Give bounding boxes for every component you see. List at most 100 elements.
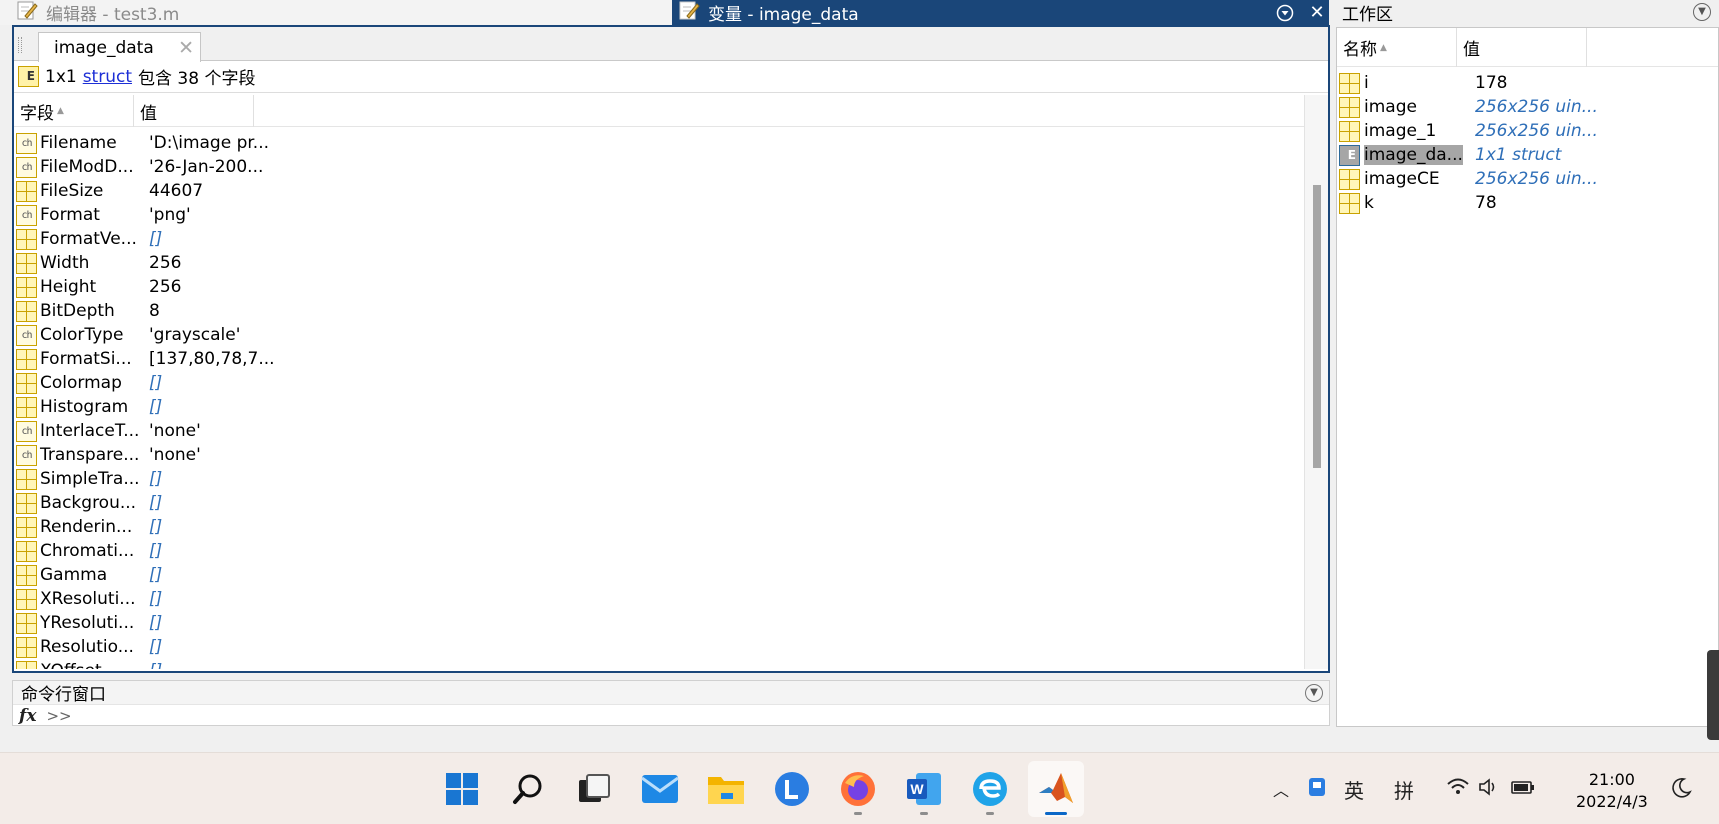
column-header-name[interactable]: 名称 ▲	[1337, 28, 1457, 67]
variable-name-cell[interactable]: imageCE	[1337, 168, 1469, 190]
field-value-cell[interactable]: []	[144, 589, 162, 609]
field-name-cell[interactable]: ch Format	[14, 204, 144, 226]
windows-start-icon[interactable]	[434, 761, 490, 817]
column-header-ws-value[interactable]: 值	[1457, 28, 1587, 67]
usb-device-icon[interactable]	[1306, 776, 1328, 803]
close-tab-icon[interactable]: ✕	[178, 37, 194, 59]
field-name-cell[interactable]: ch InterlaceT...	[14, 420, 144, 442]
workspace-title-bar[interactable]: 工作区 ▼	[1336, 0, 1719, 25]
field-value-cell[interactable]: 8	[144, 301, 160, 321]
field-value-cell[interactable]: []	[144, 469, 162, 489]
notification-moon-icon[interactable]	[1670, 777, 1692, 804]
field-name-cell[interactable]: FileSize	[14, 180, 144, 202]
field-name-cell[interactable]: Width	[14, 252, 144, 274]
workspace-variable-row[interactable]: k 78	[1337, 191, 1718, 215]
matlab-icon[interactable]	[1028, 761, 1084, 817]
column-header-field[interactable]: 字段 ▲	[14, 95, 134, 127]
field-row[interactable]: ch Format'png'	[14, 203, 1304, 227]
close-panel-icon[interactable]: ✕	[1305, 1, 1329, 25]
file-explorer-icon[interactable]	[698, 761, 754, 817]
field-value-cell[interactable]: []	[144, 493, 162, 513]
show-hidden-icons-chevron-icon[interactable]: ︿	[1270, 777, 1292, 801]
system-clock[interactable]: 21:00 2022/4/3	[1576, 769, 1648, 813]
field-name-cell[interactable]: ch ColorType	[14, 324, 144, 346]
field-name-cell[interactable]: XOffset	[14, 660, 144, 669]
field-row[interactable]: SimpleTra...[]	[14, 467, 1304, 491]
word-icon[interactable]: W	[896, 761, 952, 817]
ime-language-indicator[interactable]: 英	[1344, 775, 1364, 804]
variable-name-cell[interactable]: i	[1337, 72, 1469, 94]
field-row[interactable]: FormatVe... []	[14, 227, 1304, 251]
field-row[interactable]: Width 256	[14, 251, 1304, 275]
field-row[interactable]: Chromati... []	[14, 539, 1304, 563]
task-view-icon[interactable]	[566, 761, 622, 817]
field-row[interactable]: XOffset []	[14, 659, 1304, 669]
field-name-cell[interactable]: Colormap	[14, 372, 144, 394]
field-value-cell[interactable]: 256	[144, 253, 181, 273]
field-name-cell[interactable]: BitDepth	[14, 300, 144, 322]
field-value-cell[interactable]: 'none'	[144, 421, 201, 441]
field-value-cell[interactable]: [137,80,78,7...	[144, 349, 275, 369]
command-window-menu-icon[interactable]: ▼	[1305, 684, 1323, 702]
field-row[interactable]: Height 256	[14, 275, 1304, 299]
field-name-cell[interactable]: Renderin...	[14, 516, 144, 538]
vertical-scrollbar[interactable]	[1304, 95, 1328, 669]
firefox-icon[interactable]	[830, 761, 886, 817]
field-name-cell[interactable]: Histogram	[14, 396, 144, 418]
variable-value-cell[interactable]: 256x256 uin...	[1469, 121, 1598, 141]
struct-link[interactable]: struct	[83, 67, 132, 87]
column-header-value[interactable]: 值	[134, 95, 254, 127]
search-icon[interactable]	[500, 761, 556, 817]
field-name-cell[interactable]: Gamma	[14, 564, 144, 586]
command-input-line[interactable]: fx >>	[13, 705, 1329, 726]
field-value-cell[interactable]: []	[144, 541, 162, 561]
variables-title-bar[interactable]: 变量 - image_data ✕	[672, 0, 1329, 25]
scrollbar-thumb[interactable]	[1313, 185, 1321, 468]
field-row[interactable]: Backgrou... []	[14, 491, 1304, 515]
field-value-cell[interactable]: []	[144, 661, 162, 669]
wifi-icon[interactable]	[1446, 777, 1470, 802]
ime-mode-indicator[interactable]: 拼	[1394, 775, 1414, 804]
drag-handle[interactable]	[18, 37, 22, 53]
field-value-cell[interactable]: []	[144, 229, 162, 249]
field-name-cell[interactable]: FormatVe...	[14, 228, 144, 250]
field-value-cell[interactable]: 'none'	[144, 445, 201, 465]
field-value-cell[interactable]: []	[144, 397, 162, 417]
field-row[interactable]: ch FileModD... '26-Jan-200...	[14, 155, 1304, 179]
field-row[interactable]: Gamma []	[14, 563, 1304, 587]
panel-menu-icon[interactable]	[1273, 1, 1297, 25]
field-row[interactable]: ch Filename 'D:\image pr...	[14, 131, 1304, 155]
side-volume-widget[interactable]	[1707, 650, 1719, 740]
field-value-cell[interactable]: 256	[144, 277, 181, 297]
field-value-cell[interactable]: []	[144, 517, 162, 537]
field-value-cell[interactable]: []	[144, 373, 162, 393]
tab-image-data[interactable]: image_data ✕	[38, 32, 201, 62]
field-row[interactable]: XResoluti... []	[14, 587, 1304, 611]
battery-icon[interactable]	[1510, 777, 1536, 802]
field-name-cell[interactable]: Chromati...	[14, 540, 144, 562]
editor-title-bar[interactable]: 编辑器 - test3.m	[0, 0, 672, 25]
l-app-icon[interactable]	[764, 761, 820, 817]
field-row[interactable]: Renderin... []	[14, 515, 1304, 539]
variable-value-cell[interactable]: 78	[1469, 193, 1497, 213]
field-name-cell[interactable]: Resolutio...	[14, 636, 144, 658]
workspace-variable-row[interactable]: Eimage_da... 1x1 struct	[1337, 143, 1718, 167]
field-value-cell[interactable]: 'png'	[144, 205, 191, 225]
field-row[interactable]: ch Transpare...'none'	[14, 443, 1304, 467]
field-row[interactable]: FileSize 44607	[14, 179, 1304, 203]
workspace-variable-row[interactable]: image 256x256 uin...	[1337, 95, 1718, 119]
field-value-cell[interactable]: 44607	[144, 181, 203, 201]
workspace-variable-row[interactable]: image_1 256x256 uin...	[1337, 119, 1718, 143]
field-name-cell[interactable]: SimpleTra...	[14, 468, 144, 490]
function-browser-icon[interactable]: fx	[19, 706, 36, 726]
variable-value-cell[interactable]: 256x256 uin...	[1469, 169, 1598, 189]
edge-browser-icon[interactable]	[962, 761, 1018, 817]
field-name-cell[interactable]: Backgrou...	[14, 492, 144, 514]
field-row[interactable]: FormatSi... [137,80,78,7...	[14, 347, 1304, 371]
field-name-cell[interactable]: ch Filename	[14, 132, 144, 154]
field-name-cell[interactable]: YResoluti...	[14, 612, 144, 634]
variable-name-cell[interactable]: image_1	[1337, 120, 1469, 142]
field-row[interactable]: YResoluti... []	[14, 611, 1304, 635]
field-row[interactable]: Histogram []	[14, 395, 1304, 419]
field-value-cell[interactable]: []	[144, 613, 162, 633]
